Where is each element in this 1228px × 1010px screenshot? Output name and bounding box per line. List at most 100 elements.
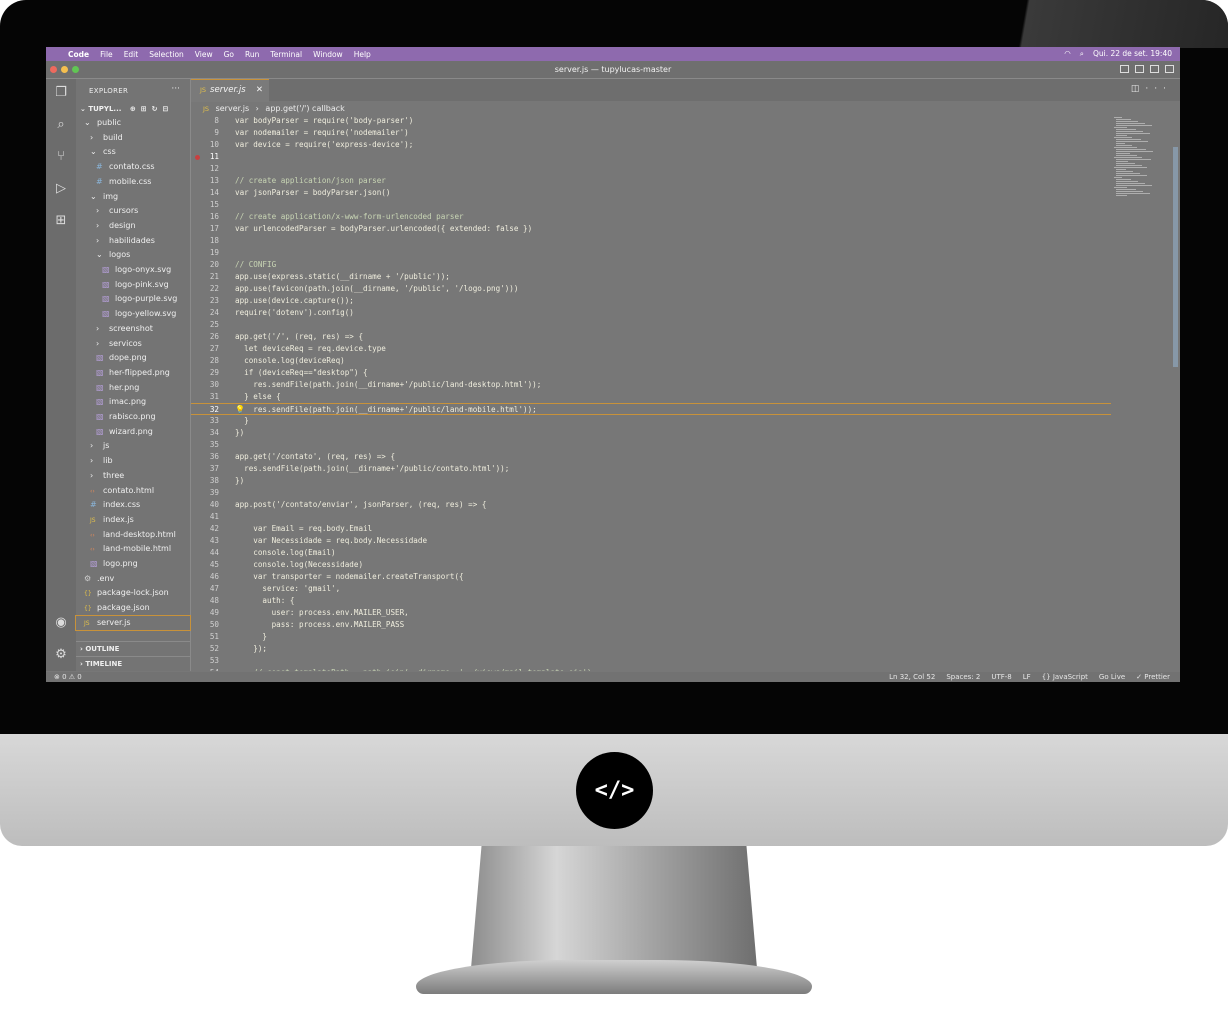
code-line[interactable]: 19 [191,247,1111,259]
tree-file[interactable]: # mobile.css [76,175,190,189]
code-line[interactable]: 34}) [191,427,1111,439]
extensions-icon[interactable]: ⊞ [53,213,69,229]
code-line[interactable]: 24 require('dotenv').config() [191,307,1111,319]
code-line[interactable]: 44 console.log(Email) [191,547,1111,559]
more-actions-icon[interactable]: ··· [1145,84,1172,94]
code-line[interactable]: 14 var jsonParser = bodyParser.json() [191,187,1111,199]
search-icon[interactable]: ⌕ [1080,49,1084,59]
code-line[interactable]: 26 app.get('/', (req, res) => { [191,331,1111,343]
code-line[interactable]: 25 [191,319,1111,331]
tree-file[interactable]: ▧ her.png [76,381,190,395]
code-line[interactable]: 33 } [191,415,1111,427]
customize-layout-icon[interactable] [1165,65,1174,73]
problems-indicator[interactable]: ⊗ 0 ⚠ 0 [54,672,82,682]
tree-file[interactable]: ▧ logo-pink.svg [76,278,190,292]
tree-folder[interactable]: ⌄ logos [76,248,190,262]
code-line[interactable]: 17 var urlencodedParser = bodyParser.urle… [191,223,1111,235]
tree-folder[interactable]: › screenshot [76,322,190,336]
toggle-secondary-sidebar-icon[interactable] [1150,65,1159,73]
more-actions-icon[interactable]: ··· [171,84,180,94]
code-line[interactable]: 52 }); [191,643,1111,655]
menu-terminal[interactable]: Terminal [270,50,302,59]
close-tab-icon[interactable]: ✕ [256,80,263,101]
code-line[interactable]: 41 [191,511,1111,523]
tree-folder[interactable]: › js [76,439,190,453]
language-mode[interactable]: {} JavaScript [1042,672,1088,682]
tree-file[interactable]: ▧ logo-purple.svg [76,292,190,306]
code-line[interactable]: 8 var bodyParser = require('body-parser') [191,115,1111,127]
code-editor[interactable]: 8 var bodyParser = require('body-parser')… [191,115,1111,671]
code-line[interactable]: 54 // const templatePath = path.join(__d… [191,667,1111,671]
tree-file[interactable]: ▧ rabisco.png [76,410,190,424]
outline-section[interactable]: › OUTLINE [76,641,190,656]
code-line[interactable]: 20 // CONFIG [191,259,1111,271]
code-line[interactable]: 30 res.sendFile(path.join(__dirname+'/pu… [191,379,1111,391]
prettier-status[interactable]: ✓ Prettier [1136,672,1170,682]
code-line[interactable]: 32 res.sendFile(path.join(__dirname+'/pu… [191,403,1111,415]
menu-run[interactable]: Run [245,50,259,59]
tree-file[interactable]: ▧ imac.png [76,395,190,409]
code-line[interactable]: 48 auth: { [191,595,1111,607]
code-line[interactable]: 31 } else { [191,391,1111,403]
tree-file[interactable]: # index.css [76,498,190,512]
code-line[interactable]: 42 var Email = req.body.Email [191,523,1111,535]
tree-file[interactable]: # contato.css [76,160,190,174]
minimap[interactable] [1112,115,1172,205]
indentation[interactable]: Spaces: 2 [946,672,980,682]
timeline-section[interactable]: › TIMELINE [76,656,190,671]
encoding[interactable]: UTF-8 [991,672,1011,682]
code-line[interactable]: 45 console.log(Necessidade) [191,559,1111,571]
code-line[interactable]: 9 var nodemailer = require('nodemailer') [191,127,1111,139]
code-line[interactable]: 11 [191,151,1111,163]
search-icon[interactable]: ⌕ [53,117,69,133]
cursor-position[interactable]: Ln 32, Col 52 [889,672,935,682]
menu-go[interactable]: Go [224,50,234,59]
tree-file[interactable]: JS server.js [75,614,191,631]
toggle-sidebar-icon[interactable] [1120,65,1129,73]
tree-file[interactable]: ‹› land-mobile.html [76,542,190,556]
code-line[interactable]: 36 app.get('/contato', (req, res) => { [191,451,1111,463]
code-line[interactable]: 53 [191,655,1111,667]
tree-folder[interactable]: ⌄ public [76,116,190,130]
code-line[interactable]: 13 // create application/json parser [191,175,1111,187]
tree-file[interactable]: ▧ dope.png [76,351,190,365]
code-line[interactable]: 21 app.use(express.static(__dirname + '/p… [191,271,1111,283]
split-editor-icon[interactable]: ◫ [1131,84,1146,94]
menu-app-name[interactable]: Code [68,50,89,59]
menubar-clock[interactable]: Qui. 22 de set. 19:40 [1093,49,1172,59]
code-line[interactable]: 27 let deviceReq = req.device.type [191,343,1111,355]
code-line[interactable]: 35 [191,439,1111,451]
code-line[interactable]: 38}) [191,475,1111,487]
menu-view[interactable]: View [195,50,213,59]
code-line[interactable]: 23 app.use(device.capture()); [191,295,1111,307]
explorer-icon[interactable]: ❐ [53,85,69,101]
tree-folder[interactable]: ⌄ img [76,190,190,204]
code-line[interactable]: 28 console.log(deviceReq) [191,355,1111,367]
tree-folder[interactable]: › cursors [76,204,190,218]
tree-folder[interactable]: ⌄ css [76,145,190,159]
code-line[interactable]: 37 res.sendFile(path.join(__dirname+'/pu… [191,463,1111,475]
code-line[interactable]: 39 [191,487,1111,499]
code-line[interactable]: 47 service: 'gmail', [191,583,1111,595]
code-line[interactable]: 18 [191,235,1111,247]
tree-file[interactable]: ‹› contato.html [76,484,190,498]
tree-folder[interactable]: › servicos [76,337,190,351]
menu-file[interactable]: File [100,50,113,59]
editor-scrollbar[interactable] [1173,147,1178,367]
go-live-button[interactable]: Go Live [1099,672,1125,682]
tree-folder[interactable]: › habilidades [76,234,190,248]
breadcrumb-symbol[interactable]: app.get('/') callback [265,104,344,113]
tree-file[interactable]: ▧ her-flipped.png [76,366,190,380]
explorer-actions[interactable]: ⊕⊞↻⊟ [130,105,173,113]
tree-file[interactable]: ▧ logo-onyx.svg [76,263,190,277]
tree-folder[interactable]: › design [76,219,190,233]
run-debug-icon[interactable]: ▷ [53,181,69,197]
code-line[interactable]: 22 app.use(favicon(path.join(__dirname, '… [191,283,1111,295]
tree-file[interactable]: {} package-lock.json [76,586,190,600]
wifi-icon[interactable]: ◠ [1064,49,1071,59]
tree-file[interactable]: ▧ wizard.png [76,425,190,439]
source-control-icon[interactable]: ⑂ [53,149,69,165]
code-line[interactable]: 49 user: process.env.MAILER_USER, [191,607,1111,619]
tree-folder[interactable]: › build [76,131,190,145]
code-line[interactable]: 50 pass: process.env.MAILER_PASS [191,619,1111,631]
